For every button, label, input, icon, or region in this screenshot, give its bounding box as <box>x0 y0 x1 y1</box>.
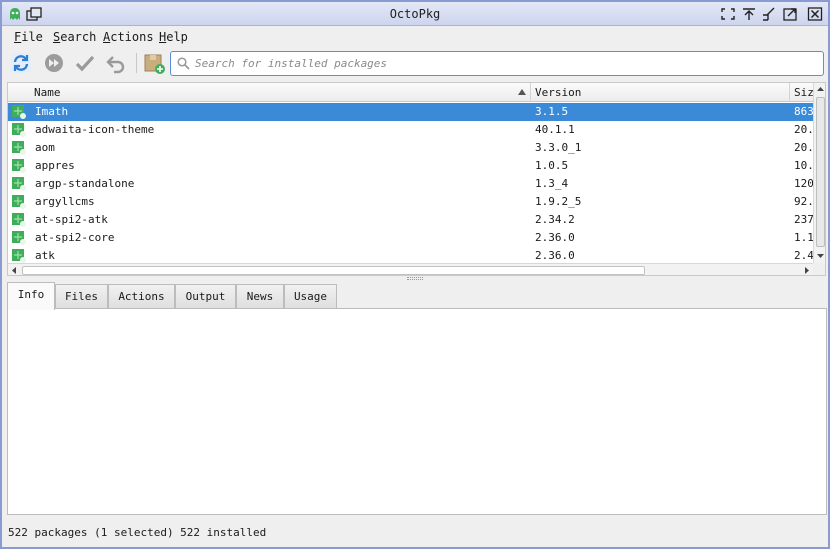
table-header: Name Version Size <box>8 83 816 102</box>
package-size: 237 <box>794 213 813 226</box>
package-size: 20. <box>794 141 813 154</box>
scroll-down-icon[interactable] <box>814 249 826 262</box>
search-input[interactable] <box>195 55 795 72</box>
column-version-label: Version <box>535 86 582 99</box>
menu-search[interactable]: Search <box>53 30 96 44</box>
keep-above-icon[interactable] <box>741 7 757 21</box>
scroll-up-icon[interactable] <box>814 83 826 96</box>
vertical-scroll-thumb[interactable] <box>816 97 825 247</box>
undo-icon[interactable] <box>105 52 127 74</box>
title-bar[interactable]: OctoPkg <box>2 2 828 26</box>
installed-package-icon <box>12 231 26 245</box>
package-name: argp-standalone <box>35 177 135 190</box>
column-name-label: Name <box>34 86 61 99</box>
package-version: 2.34.2 <box>535 213 575 226</box>
menu-bar: File Search Actions Help <box>2 26 828 47</box>
installed-package-icon <box>12 105 26 119</box>
tab-info[interactable]: Info <box>7 282 55 310</box>
installed-package-icon <box>12 123 26 137</box>
package-name: appres <box>35 159 75 172</box>
tab-actions[interactable]: Actions <box>108 284 175 309</box>
installed-package-icon <box>12 159 26 173</box>
sync-icon[interactable] <box>10 52 32 74</box>
package-name: at-spi2-core <box>35 231 115 244</box>
window-title: OctoPkg <box>389 7 441 21</box>
package-version: 1.9.2_5 <box>535 195 582 208</box>
table-row[interactable]: aom 3.3.0_1 20. <box>8 139 813 157</box>
scroll-right-icon[interactable] <box>800 264 813 276</box>
installed-package-icon <box>12 249 26 263</box>
column-header-name[interactable]: Name <box>30 83 531 102</box>
tab-output[interactable]: Output <box>175 284 236 309</box>
package-name: atk <box>35 249 55 262</box>
installed-package-icon <box>12 195 26 209</box>
tab-files[interactable]: Files <box>55 284 108 309</box>
table-row[interactable]: argyllcms 1.9.2_5 92. <box>8 193 813 211</box>
installed-package-icon <box>12 177 26 191</box>
package-table: Name Version Size Imath 3.1.5 863 adwait… <box>7 82 826 276</box>
menu-actions[interactable]: Actions <box>103 30 154 44</box>
tab-news[interactable]: News <box>236 284 284 309</box>
sort-ascending-icon <box>518 89 526 95</box>
package-size: 120 <box>794 177 813 190</box>
search-box[interactable] <box>170 51 824 76</box>
status-bar: 522 packages (1 selected) 522 installed <box>2 518 828 547</box>
package-version: 1.0.5 <box>535 159 569 172</box>
info-panel <box>7 308 827 515</box>
package-version: 3.1.5 <box>535 105 569 118</box>
package-version: 40.1.1 <box>535 123 575 136</box>
package-size: 10. <box>794 159 813 172</box>
table-row[interactable]: appres 1.0.5 10. <box>8 157 813 175</box>
installed-package-icon <box>12 141 26 155</box>
package-name: adwaita-icon-theme <box>35 123 155 136</box>
package-size: 92. <box>794 195 813 208</box>
package-name: at-spi2-atk <box>35 213 108 226</box>
checkmark-icon[interactable] <box>74 52 96 74</box>
table-row[interactable]: argp-standalone 1.3_4 120 <box>8 175 813 193</box>
package-version: 3.3.0_1 <box>535 141 582 154</box>
minimize-icon[interactable] <box>761 7 777 21</box>
status-text: 522 packages (1 selected) 522 installed <box>8 526 267 539</box>
tab-usage[interactable]: Usage <box>284 284 337 309</box>
table-body: Imath 3.1.5 863 adwaita-icon-theme 40.1.… <box>8 103 813 263</box>
horizontal-scrollbar[interactable] <box>8 263 813 276</box>
toolbar <box>2 47 828 79</box>
search-icon <box>177 57 190 70</box>
package-name: Imath <box>35 105 69 118</box>
package-name: argyllcms <box>35 195 95 208</box>
table-row[interactable]: Imath 3.1.5 863 <box>8 103 813 121</box>
toolbar-separator <box>136 53 137 73</box>
table-row[interactable]: at-spi2-core 2.36.0 1.1 <box>8 229 813 247</box>
scrollbar-corner <box>813 263 825 275</box>
horizontal-scroll-thumb[interactable] <box>22 266 645 275</box>
panel-splitter-handle[interactable] <box>407 277 423 280</box>
scroll-left-icon[interactable] <box>8 264 21 276</box>
package-size: 1.1 <box>794 231 813 244</box>
column-header-version[interactable]: Version <box>531 83 790 102</box>
menu-file[interactable]: File <box>14 30 43 44</box>
package-size: 20. <box>794 123 813 136</box>
package-version: 2.36.0 <box>535 249 575 262</box>
installed-package-icon <box>12 213 26 227</box>
table-row[interactable]: atk 2.36.0 2.4 <box>8 247 813 263</box>
package-install-icon[interactable] <box>144 52 166 74</box>
maximize-icon[interactable] <box>782 7 798 21</box>
close-icon[interactable] <box>807 7 823 21</box>
package-name: aom <box>35 141 55 154</box>
fullscreen-icon[interactable] <box>720 7 736 21</box>
table-row[interactable]: at-spi2-atk 2.34.2 237 <box>8 211 813 229</box>
package-version: 2.36.0 <box>535 231 575 244</box>
table-row[interactable]: adwaita-icon-theme 40.1.1 20. <box>8 121 813 139</box>
package-version: 1.3_4 <box>535 177 569 190</box>
main-window: OctoPkg File Search Actions Help Search … <box>0 0 830 549</box>
menu-help[interactable]: Help <box>159 30 188 44</box>
package-size: 2.4 <box>794 249 813 262</box>
vertical-scrollbar[interactable] <box>813 83 826 263</box>
package-size: 863 <box>794 105 813 118</box>
fast-forward-icon[interactable] <box>43 52 65 74</box>
